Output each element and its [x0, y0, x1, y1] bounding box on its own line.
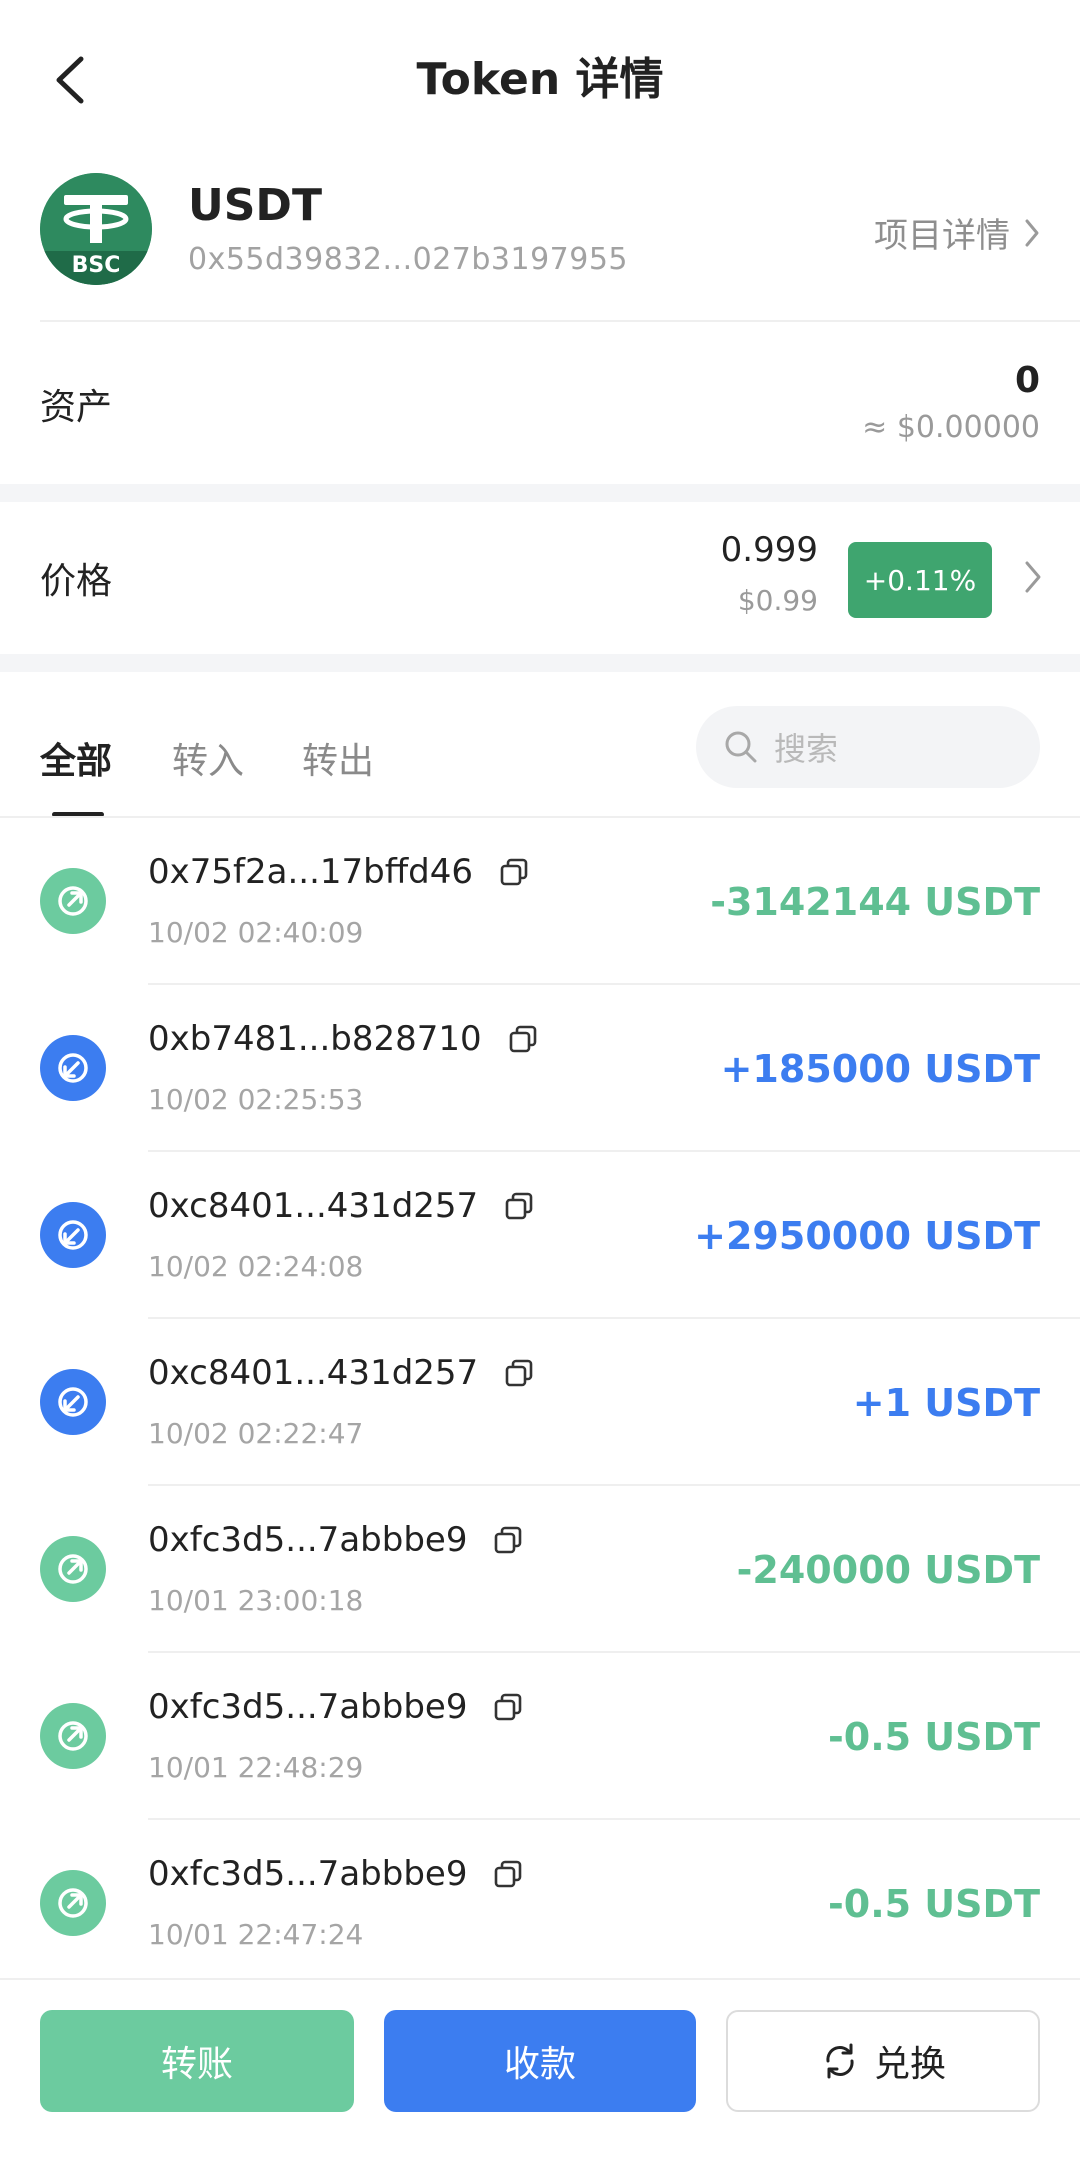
- transaction-hash: 0xfc3d5...7abbbe9: [148, 1520, 523, 1560]
- transaction-direction-icon: [40, 868, 106, 934]
- transaction-hash: 0xb7481...b828710: [148, 1019, 538, 1059]
- token-address: 0x55d39832...027b3197955: [188, 242, 629, 277]
- transaction-hash-text: 0xfc3d5...7abbbe9: [148, 1854, 468, 1894]
- transaction-row[interactable]: 0xc8401...431d257 10/02 02:22:47 +1 USDT: [0, 1319, 1080, 1486]
- asset-label: 资产: [40, 387, 113, 428]
- copy-icon[interactable]: [499, 857, 529, 887]
- tabs-row: 全部 转入 转出 搜索: [0, 672, 1080, 817]
- transaction-list: 0x75f2a...17bffd46 10/02 02:40:09 -3142144…: [0, 818, 1080, 1987]
- transaction-direction-icon: [40, 1870, 106, 1936]
- project-detail-link[interactable]: 项目详情: [874, 208, 1040, 257]
- transaction-row[interactable]: 0x75f2a...17bffd46 10/02 02:40:09 -3142144…: [0, 818, 1080, 985]
- transaction-direction-icon: [40, 1369, 106, 1435]
- incoming-arrow-icon: [58, 1053, 88, 1083]
- transaction-amount: +185000 USDT: [720, 1047, 1040, 1091]
- tab-outgoing[interactable]: 转出: [302, 732, 374, 784]
- transaction-time: 10/02 02:22:47: [148, 1417, 364, 1450]
- token-detail-page: Token 详情 BSC USDT 0x55d39832...027b31979…: [0, 0, 1080, 2174]
- transaction-time: 10/01 22:48:29: [148, 1751, 364, 1784]
- bottom-action-bar: 转账 收款 兑换: [0, 1978, 1080, 2174]
- token-logo: BSC: [40, 173, 152, 285]
- transaction-hash: 0xc8401...431d257: [148, 1353, 534, 1393]
- transaction-row[interactable]: 0xc8401...431d257 10/02 02:24:08 +2950000 …: [0, 1152, 1080, 1319]
- transaction-amount: -0.5 USDT: [827, 1882, 1040, 1926]
- search-icon: [725, 731, 757, 763]
- swap-icon: [826, 2043, 854, 2079]
- swap-button[interactable]: 兑换: [726, 2010, 1040, 2112]
- swap-label: 兑换: [873, 2044, 946, 2085]
- transaction-hash-text: 0xfc3d5...7abbbe9: [148, 1687, 468, 1727]
- search-input[interactable]: 搜索: [696, 706, 1040, 788]
- transaction-row[interactable]: 0xfc3d5...7abbbe9 10/01 23:00:18 -240000 U…: [0, 1486, 1080, 1653]
- asset-usd-value: ≈ $0.00000: [862, 410, 1040, 445]
- transaction-direction-icon: [40, 1035, 106, 1101]
- transaction-hash-text: 0xc8401...431d257: [148, 1186, 479, 1226]
- transaction-hash: 0xc8401...431d257: [148, 1186, 534, 1226]
- copy-icon[interactable]: [493, 1692, 523, 1722]
- token-info: BSC USDT 0x55d39832...027b3197955 项目详情: [0, 170, 1080, 320]
- transaction-row[interactable]: 0xb7481...b828710 10/02 02:25:53 +185000 U…: [0, 985, 1080, 1152]
- transaction-row[interactable]: 0xfc3d5...7abbbe9 10/01 22:48:29 -0.5 USDT: [0, 1653, 1080, 1820]
- transaction-amount: -3142144 USDT: [710, 880, 1040, 924]
- copy-icon[interactable]: [504, 1358, 534, 1388]
- incoming-arrow-icon: [58, 1387, 88, 1417]
- price-change-badge: +0.11%: [848, 542, 992, 618]
- transfer-button[interactable]: 转账: [40, 2010, 354, 2112]
- transaction-hash: 0x75f2a...17bffd46: [148, 852, 529, 892]
- page-title: Token 详情: [416, 54, 664, 105]
- outgoing-arrow-icon: [58, 886, 88, 916]
- header: Token 详情: [0, 0, 1080, 160]
- copy-icon[interactable]: [493, 1859, 523, 1889]
- transaction-hash-text: 0x75f2a...17bffd46: [148, 852, 473, 892]
- transaction-time: 10/01 23:00:18: [148, 1584, 364, 1617]
- chain-label: BSC: [71, 253, 121, 278]
- transaction-time: 10/02 02:40:09: [148, 916, 364, 949]
- price-row[interactable]: 价格 0.999 $0.99 +0.11%: [0, 502, 1080, 652]
- transaction-amount: +1 USDT: [852, 1381, 1040, 1425]
- section-gap: [0, 484, 1080, 502]
- chevron-right-icon: [1025, 219, 1039, 246]
- search-placeholder: 搜索: [774, 730, 839, 768]
- transaction-amount: -240000 USDT: [736, 1548, 1040, 1592]
- tab-all[interactable]: 全部: [40, 732, 112, 784]
- outgoing-arrow-icon: [58, 1554, 88, 1584]
- price-label: 价格: [40, 561, 113, 602]
- tab-incoming[interactable]: 转入: [172, 732, 244, 784]
- asset-row: 资产 0 ≈ $0.00000: [0, 322, 1080, 482]
- transaction-direction-icon: [40, 1536, 106, 1602]
- copy-icon[interactable]: [504, 1191, 534, 1221]
- transaction-time: 10/01 22:47:24: [148, 1918, 364, 1951]
- transaction-hash-text: 0xfc3d5...7abbbe9: [148, 1520, 468, 1560]
- transaction-direction-icon: [40, 1202, 106, 1268]
- incoming-arrow-icon: [58, 1220, 88, 1250]
- chevron-right-icon[interactable]: [1024, 560, 1042, 594]
- asset-amount: 0: [1014, 360, 1040, 401]
- transaction-hash: 0xfc3d5...7abbbe9: [148, 1854, 523, 1894]
- outgoing-arrow-icon: [58, 1721, 88, 1751]
- transaction-direction-icon: [40, 1703, 106, 1769]
- transaction-time: 10/02 02:25:53: [148, 1083, 364, 1116]
- transaction-hash: 0xfc3d5...7abbbe9: [148, 1687, 523, 1727]
- transaction-row[interactable]: 0xfc3d5...7abbbe9 10/01 22:47:24 -0.5 USDT: [0, 1820, 1080, 1987]
- transaction-amount: -0.5 USDT: [827, 1715, 1040, 1759]
- transaction-time: 10/02 02:24:08: [148, 1250, 364, 1283]
- transaction-hash-text: 0xc8401...431d257: [148, 1353, 479, 1393]
- outgoing-arrow-icon: [58, 1888, 88, 1918]
- project-detail-label: 项目详情: [874, 216, 1010, 256]
- token-name: USDT: [188, 180, 322, 231]
- price-value: 0.999: [720, 530, 818, 570]
- transaction-amount: +2950000 USDT: [694, 1214, 1040, 1258]
- copy-icon[interactable]: [508, 1024, 538, 1054]
- receive-button[interactable]: 收款: [384, 2010, 696, 2112]
- price-usd-value: $0.99: [737, 584, 818, 617]
- section-gap: [0, 654, 1080, 672]
- copy-icon[interactable]: [493, 1525, 523, 1555]
- transaction-hash-text: 0xb7481...b828710: [148, 1019, 482, 1059]
